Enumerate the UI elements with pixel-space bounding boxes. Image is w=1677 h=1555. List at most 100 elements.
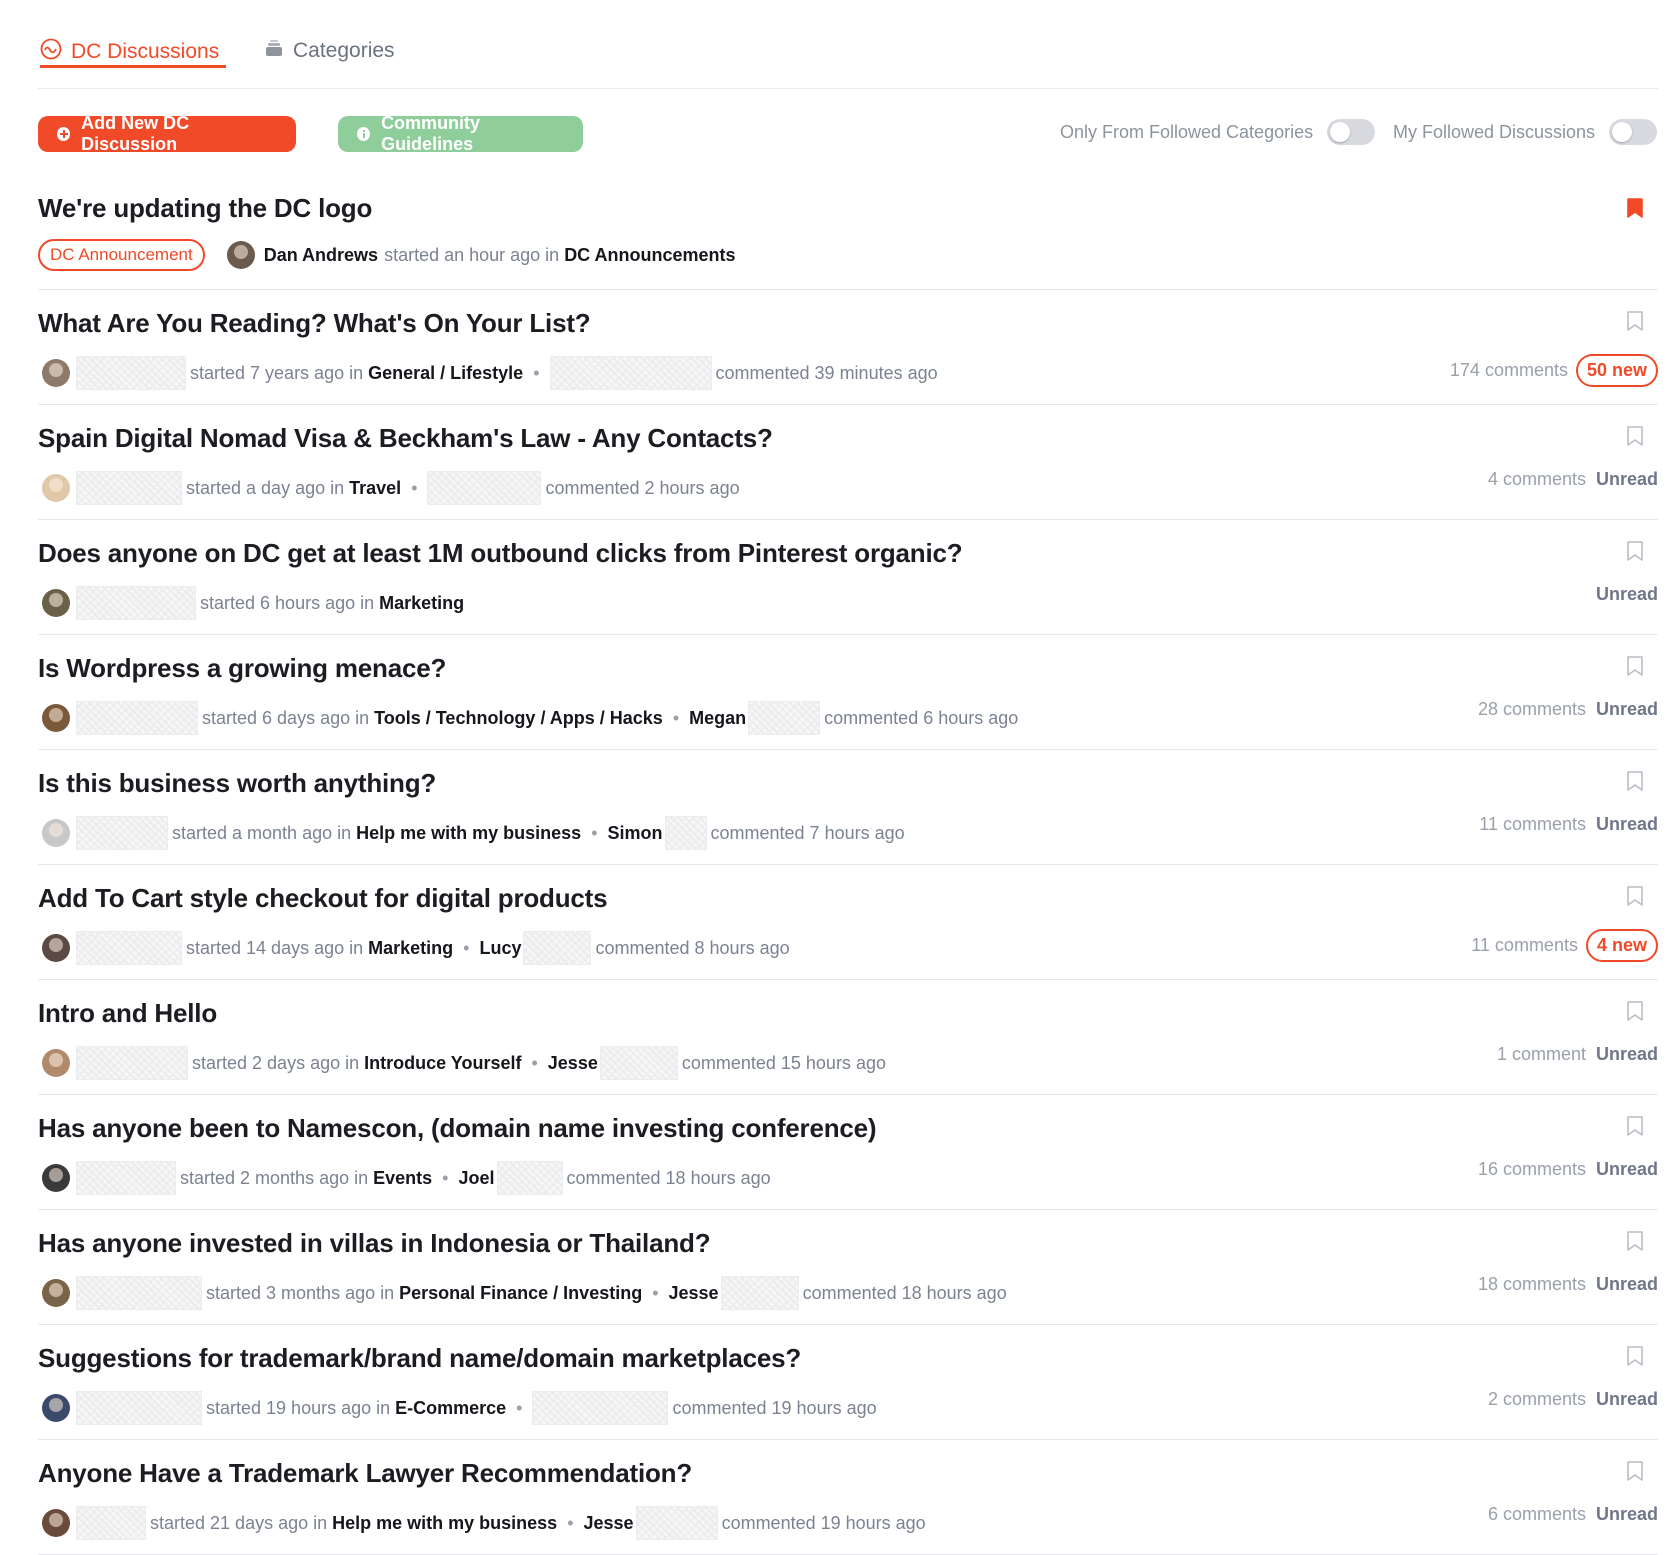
discussion-title[interactable]: Is Wordpress a growing menace? [38, 653, 446, 684]
unread-status: Unread [1595, 1389, 1658, 1409]
tab-dc-discussions[interactable]: DC Discussions [40, 38, 226, 68]
category-link[interactable]: Marketing [368, 938, 453, 959]
avatar[interactable] [42, 1394, 70, 1422]
discussions-page: DC Discussions Categories Add New DC Dis… [38, 0, 1658, 1555]
discussion-title[interactable]: Add To Cart style checkout for digital p… [38, 883, 608, 914]
avatar[interactable] [42, 589, 70, 617]
bookmark-icon[interactable] [1626, 1345, 1644, 1367]
comment-count[interactable]: 16 comments [1478, 1159, 1586, 1180]
avatar[interactable] [42, 1279, 70, 1307]
separator-dot: • [411, 477, 418, 498]
comment-count[interactable]: 6 comments [1488, 1504, 1586, 1525]
category-link[interactable]: General / Lifestyle [368, 363, 523, 384]
bookmark-icon[interactable] [1626, 885, 1644, 907]
tab-categories[interactable]: Categories [264, 38, 395, 64]
plus-circle-icon [57, 127, 71, 141]
comment-count[interactable]: 174 comments [1450, 360, 1568, 381]
discussion-meta: started 21 days ago in Help me with my bu… [38, 1506, 926, 1540]
unread-status: Unread [1595, 469, 1658, 489]
discussion-title[interactable]: Does anyone on DC get at least 1M outbou… [38, 538, 963, 569]
category-link[interactable]: Marketing [379, 593, 464, 614]
commented-text: commented 8 hours ago [595, 937, 790, 958]
discussion-title[interactable]: What Are You Reading? What's On Your Lis… [38, 308, 591, 339]
bookmark-icon[interactable] [1626, 540, 1644, 562]
bookmark-icon[interactable] [1626, 1460, 1644, 1482]
commenter-name[interactable]: Joel [458, 1168, 494, 1189]
discussion-row: Is Wordpress a growing menace? started 6 … [38, 635, 1658, 750]
add-discussion-label: Add New DC Discussion [81, 113, 190, 154]
avatar[interactable] [42, 1509, 70, 1537]
bookmark-icon[interactable] [1626, 1115, 1644, 1137]
discussion-title[interactable]: We're updating the DC logo [38, 193, 372, 224]
avatar[interactable] [226, 241, 255, 269]
avatar[interactable] [42, 819, 70, 847]
redacted-author [76, 1161, 176, 1195]
category-link[interactable]: Introduce Yourself [364, 1053, 521, 1074]
bookmark-icon[interactable] [1626, 1230, 1644, 1252]
redacted-commenter [427, 471, 542, 505]
avatar[interactable] [42, 704, 70, 732]
redacted-author [76, 586, 196, 620]
avatar[interactable] [42, 359, 70, 387]
category-link[interactable]: Travel [349, 478, 401, 499]
bookmark-icon[interactable] [1626, 425, 1644, 447]
redacted-author [76, 931, 182, 965]
discussion-meta: started 6 days ago in Tools / Technology … [38, 701, 1018, 735]
category-link[interactable]: E-Commerce [395, 1398, 506, 1419]
discussion-title[interactable]: Suggestions for trademark/brand name/dom… [38, 1343, 801, 1374]
comment-count[interactable]: 2 comments [1488, 1389, 1586, 1410]
discussion-title[interactable]: Intro and Hello [38, 998, 217, 1029]
comment-count[interactable]: 18 comments [1478, 1274, 1586, 1295]
bookmark-icon[interactable] [1626, 1000, 1644, 1022]
discussion-stats: Unread [1586, 584, 1658, 605]
category-link[interactable]: Personal Finance / Investing [399, 1283, 642, 1304]
commenter-name[interactable]: Simon [608, 823, 663, 844]
redacted-author [76, 1391, 202, 1425]
category-link[interactable]: DC Announcements [564, 245, 735, 266]
comment-count[interactable]: 1 comment [1497, 1044, 1586, 1065]
discussion-title[interactable]: Spain Digital Nomad Visa & Beckham's Law… [38, 423, 773, 454]
discussion-title[interactable]: Has anyone been to Namescon, (domain nam… [38, 1113, 877, 1144]
commented-text: commented 2 hours ago [545, 477, 740, 498]
category-link[interactable]: Events [373, 1168, 432, 1189]
comment-count[interactable]: 11 comments [1471, 935, 1578, 956]
bookmark-icon[interactable] [1626, 310, 1644, 332]
discussion-title[interactable]: Is this business worth anything? [38, 768, 436, 799]
redacted-author [76, 356, 186, 390]
new-count-badge[interactable]: 4 new [1585, 929, 1658, 962]
followed-categories-toggle[interactable] [1327, 119, 1376, 145]
bookmark-filled-icon[interactable] [1626, 197, 1644, 219]
discussion-row: Spain Digital Nomad Visa & Beckham's Law… [38, 405, 1658, 520]
started-text: started 2 months ago in [180, 1167, 369, 1188]
started-text: started 6 days ago in [202, 707, 370, 728]
bookmark-icon[interactable] [1626, 770, 1644, 792]
category-link[interactable]: Tools / Technology / Apps / Hacks [374, 708, 663, 729]
add-discussion-button[interactable]: Add New DC Discussion [38, 113, 296, 154]
commenter-name[interactable]: Jesse [548, 1053, 598, 1074]
started-text: started 14 days ago in [186, 937, 364, 958]
commenter-name[interactable]: Lucy [479, 938, 521, 959]
commenter-name[interactable]: Jesse [669, 1283, 719, 1304]
author-name[interactable]: Dan Andrews [264, 245, 378, 266]
redacted-commenter [549, 356, 712, 390]
comment-count[interactable]: 28 comments [1478, 699, 1586, 720]
bookmark-icon[interactable] [1626, 655, 1644, 677]
followed-discussions-toggle[interactable] [1609, 119, 1658, 145]
avatar[interactable] [42, 934, 70, 962]
community-guidelines-button[interactable]: Community Guidelines [338, 113, 583, 154]
discussion-stats: 16 comments Unread [1478, 1159, 1658, 1180]
category-link[interactable]: Help me with my business [356, 823, 581, 844]
discussion-title[interactable]: Anyone Have a Trademark Lawyer Recommend… [38, 1458, 692, 1489]
commenter-name[interactable]: Jesse [584, 1513, 634, 1534]
category-link[interactable]: Help me with my business [332, 1513, 557, 1534]
new-count-badge[interactable]: 50 new [1575, 354, 1658, 387]
comment-count[interactable]: 4 comments [1488, 469, 1586, 490]
commenter-name[interactable]: Megan [689, 708, 746, 729]
category-tag[interactable]: DC Announcement [38, 239, 205, 271]
comment-count[interactable]: 11 comments [1479, 814, 1586, 835]
avatar[interactable] [42, 1049, 70, 1077]
discussion-title[interactable]: Has anyone invested in villas in Indones… [38, 1228, 711, 1259]
discussion-stats: 11 comments 4 new [1471, 929, 1658, 962]
avatar[interactable] [42, 474, 70, 502]
avatar[interactable] [42, 1164, 70, 1192]
